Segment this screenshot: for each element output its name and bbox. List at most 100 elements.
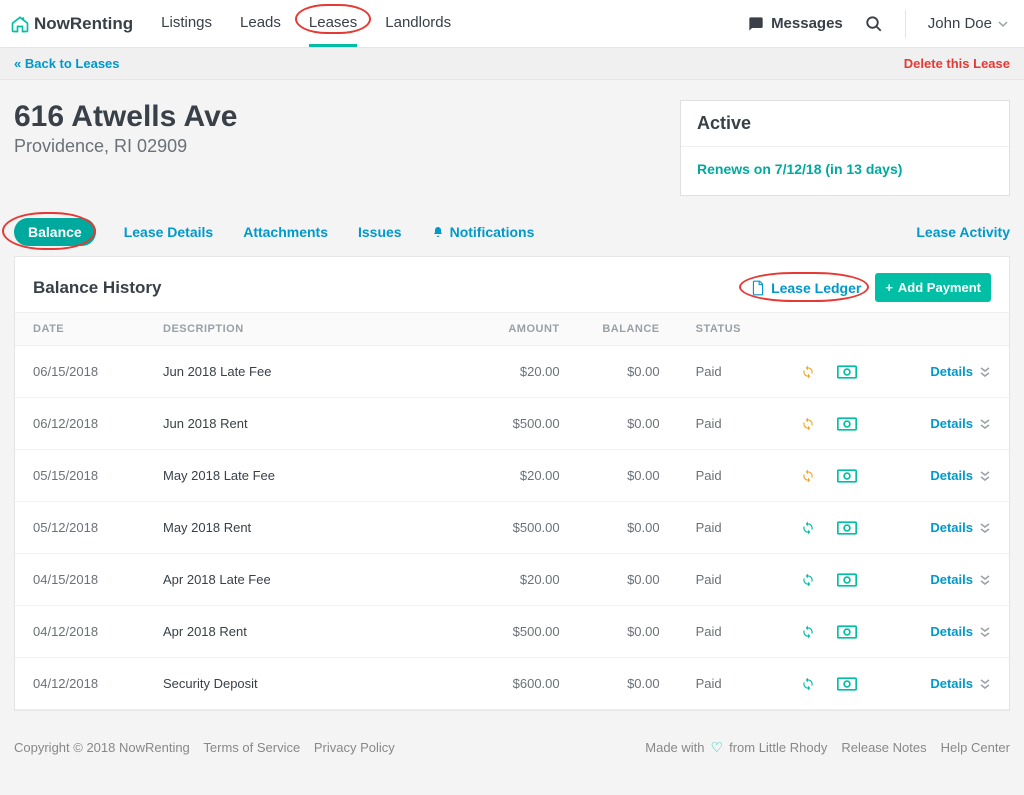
cell-balance: $0.00 [578, 502, 678, 554]
cell-details: Details [899, 606, 1009, 658]
header-row: 616 Atwells Ave Providence, RI 02909 Act… [14, 100, 1010, 196]
sync-icon [801, 469, 815, 483]
cell-icons [759, 398, 899, 450]
cell-description: Apr 2018 Late Fee [145, 554, 478, 606]
cell-balance: $0.00 [578, 450, 678, 502]
status-box: Active Renews on 7/12/18 (in 13 days) [680, 100, 1010, 196]
help-center-link[interactable]: Help Center [941, 740, 1010, 755]
col-status: STATUS [678, 313, 759, 346]
made-suffix: from Little Rhody [729, 740, 827, 755]
lease-ledger-link[interactable]: Lease Ledger [751, 280, 861, 296]
cell-description: Jun 2018 Rent [145, 398, 478, 450]
table-row: 04/15/2018Apr 2018 Late Fee$20.00$0.00Pa… [15, 554, 1009, 606]
details-link[interactable]: Details [930, 520, 991, 535]
nav-item-leads[interactable]: Leads [240, 0, 281, 47]
panel-title: Balance History [33, 278, 162, 298]
user-menu[interactable]: John Doe [928, 15, 1008, 32]
status-renew: Renews on 7/12/18 (in 13 days) [681, 147, 1009, 195]
cell-date: 06/15/2018 [15, 346, 145, 398]
col-details [899, 313, 1009, 346]
col-amount: AMOUNT [478, 313, 578, 346]
tab-balance[interactable]: Balance [14, 218, 96, 246]
sync-icon [801, 573, 815, 587]
brand-logo[interactable]: NowRenting [10, 14, 133, 34]
details-link[interactable]: Details [930, 676, 991, 691]
search-icon[interactable] [865, 15, 883, 33]
col-icons [759, 313, 899, 346]
tabs-row: Balance Lease Details Attachments Issues Not… [14, 218, 1010, 246]
bell-icon [432, 225, 444, 239]
house-icon [10, 14, 30, 34]
tab-lease-details[interactable]: Lease Details [122, 218, 216, 246]
lease-tabs: Balance Lease Details Attachments Issues Not… [14, 218, 536, 246]
cell-amount: $500.00 [478, 502, 578, 554]
content: 616 Atwells Ave Providence, RI 02909 Act… [0, 80, 1024, 721]
table-row: 06/15/2018Jun 2018 Late Fee$20.00$0.00Pa… [15, 346, 1009, 398]
chevron-down-icon [998, 19, 1008, 29]
chevron-double-down-icon [979, 366, 991, 378]
nav-item-landlords[interactable]: Landlords [385, 0, 451, 47]
balance-panel: Balance History Lease Ledger + Add Payme… [14, 256, 1010, 711]
release-notes-link[interactable]: Release Notes [841, 740, 926, 755]
lease-activity-link[interactable]: Lease Activity [916, 224, 1010, 240]
cell-details: Details [899, 554, 1009, 606]
details-link[interactable]: Details [930, 416, 991, 431]
details-link[interactable]: Details [930, 624, 991, 639]
details-link[interactable]: Details [930, 572, 991, 587]
cell-date: 04/12/2018 [15, 658, 145, 710]
cash-icon [837, 573, 857, 587]
cell-description: Apr 2018 Rent [145, 606, 478, 658]
chat-icon [747, 16, 765, 32]
cell-date: 04/15/2018 [15, 554, 145, 606]
cell-status: Paid [678, 606, 759, 658]
messages-label: Messages [771, 15, 843, 32]
cell-icons [759, 502, 899, 554]
tab-notifications[interactable]: Notifications [430, 218, 537, 246]
cell-date: 06/12/2018 [15, 398, 145, 450]
footer: Copyright © 2018 NowRenting Terms of Ser… [0, 721, 1024, 780]
messages-link[interactable]: Messages [747, 15, 843, 32]
cell-status: Paid [678, 658, 759, 710]
cell-amount: $500.00 [478, 398, 578, 450]
cash-icon [837, 365, 857, 379]
back-to-leases[interactable]: « Back to Leases [14, 56, 120, 71]
sync-icon [801, 521, 815, 535]
cell-date: 05/12/2018 [15, 502, 145, 554]
sync-icon [801, 417, 815, 431]
main-nav: Listings Leads Leases Landlords [161, 0, 451, 47]
cell-status: Paid [678, 398, 759, 450]
tab-attachments[interactable]: Attachments [241, 218, 330, 246]
privacy-link[interactable]: Privacy Policy [314, 740, 395, 755]
street-address: 616 Atwells Ave [14, 100, 237, 134]
lease-address: 616 Atwells Ave Providence, RI 02909 [14, 100, 237, 157]
tos-link[interactable]: Terms of Service [203, 740, 300, 755]
chevron-double-down-icon [979, 678, 991, 690]
sync-icon [801, 625, 815, 639]
panel-head: Balance History Lease Ledger + Add Payme… [15, 257, 1009, 312]
add-payment-label: Add Payment [898, 280, 981, 295]
cash-icon [837, 625, 857, 639]
panel-actions: Lease Ledger + Add Payment [751, 273, 991, 302]
delete-lease[interactable]: Delete this Lease [904, 56, 1010, 71]
table-header-row: DATE DESCRIPTION AMOUNT BALANCE STATUS [15, 313, 1009, 346]
chevron-double-down-icon [979, 522, 991, 534]
cell-description: Jun 2018 Late Fee [145, 346, 478, 398]
add-payment-button[interactable]: + Add Payment [875, 273, 991, 302]
details-link[interactable]: Details [930, 364, 991, 379]
details-link[interactable]: Details [930, 468, 991, 483]
divider [905, 10, 906, 38]
topbar: NowRenting ListingsLeadsLeasesLandlords … [0, 0, 1024, 48]
nav-item-listings[interactable]: Listings [161, 0, 212, 47]
col-description: DESCRIPTION [145, 313, 478, 346]
cash-icon [837, 521, 857, 535]
nav-item-leases[interactable]: Leases [309, 0, 357, 47]
table-row: 06/12/2018Jun 2018 Rent$500.00$0.00Paid D… [15, 398, 1009, 450]
cell-balance: $0.00 [578, 606, 678, 658]
cell-icons [759, 606, 899, 658]
cell-balance: $0.00 [578, 398, 678, 450]
tab-issues[interactable]: Issues [356, 218, 404, 246]
cell-amount: $20.00 [478, 450, 578, 502]
cash-icon [837, 469, 857, 483]
col-balance: BALANCE [578, 313, 678, 346]
cell-description: Security Deposit [145, 658, 478, 710]
